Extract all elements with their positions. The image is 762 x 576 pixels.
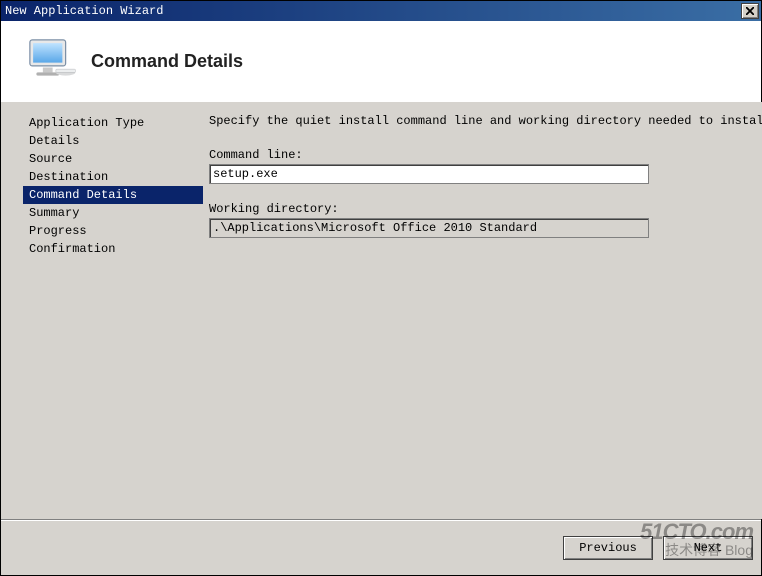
sidebar-item-confirmation[interactable]: Confirmation bbox=[23, 240, 203, 258]
close-icon bbox=[746, 7, 754, 15]
wizard-footer: Previous Next bbox=[1, 519, 761, 575]
previous-button[interactable]: Previous bbox=[563, 536, 653, 560]
working-directory-input[interactable] bbox=[209, 218, 649, 238]
sidebar-item-progress[interactable]: Progress bbox=[23, 222, 203, 240]
window-title: New Application Wizard bbox=[5, 4, 163, 18]
sidebar-item-details[interactable]: Details bbox=[23, 132, 203, 150]
titlebar: New Application Wizard bbox=[1, 1, 761, 21]
wizard-header: Command Details bbox=[1, 21, 761, 101]
working-directory-label: Working directory: bbox=[209, 202, 762, 216]
sidebar-item-destination[interactable]: Destination bbox=[23, 168, 203, 186]
sidebar-item-command-details[interactable]: Command Details bbox=[23, 186, 203, 204]
close-button[interactable] bbox=[741, 3, 759, 19]
command-line-input[interactable] bbox=[209, 164, 649, 184]
computer-monitor-icon bbox=[21, 31, 81, 91]
command-line-label: Command line: bbox=[209, 148, 762, 162]
instruction-text: Specify the quiet install command line a… bbox=[209, 114, 762, 128]
wizard-content: Application Type Details Source Destinat… bbox=[1, 101, 761, 519]
next-button[interactable]: Next bbox=[663, 536, 753, 560]
wizard-sidebar: Application Type Details Source Destinat… bbox=[1, 102, 203, 519]
window-body: Command Details Application Type Details… bbox=[1, 21, 761, 575]
working-directory-group: Working directory: bbox=[209, 202, 762, 238]
page-heading: Command Details bbox=[91, 51, 243, 72]
sidebar-item-source[interactable]: Source bbox=[23, 150, 203, 168]
sidebar-item-summary[interactable]: Summary bbox=[23, 204, 203, 222]
command-line-group: Command line: bbox=[209, 148, 762, 184]
sidebar-item-application-type[interactable]: Application Type bbox=[23, 114, 203, 132]
main-panel: Specify the quiet install command line a… bbox=[203, 102, 762, 519]
